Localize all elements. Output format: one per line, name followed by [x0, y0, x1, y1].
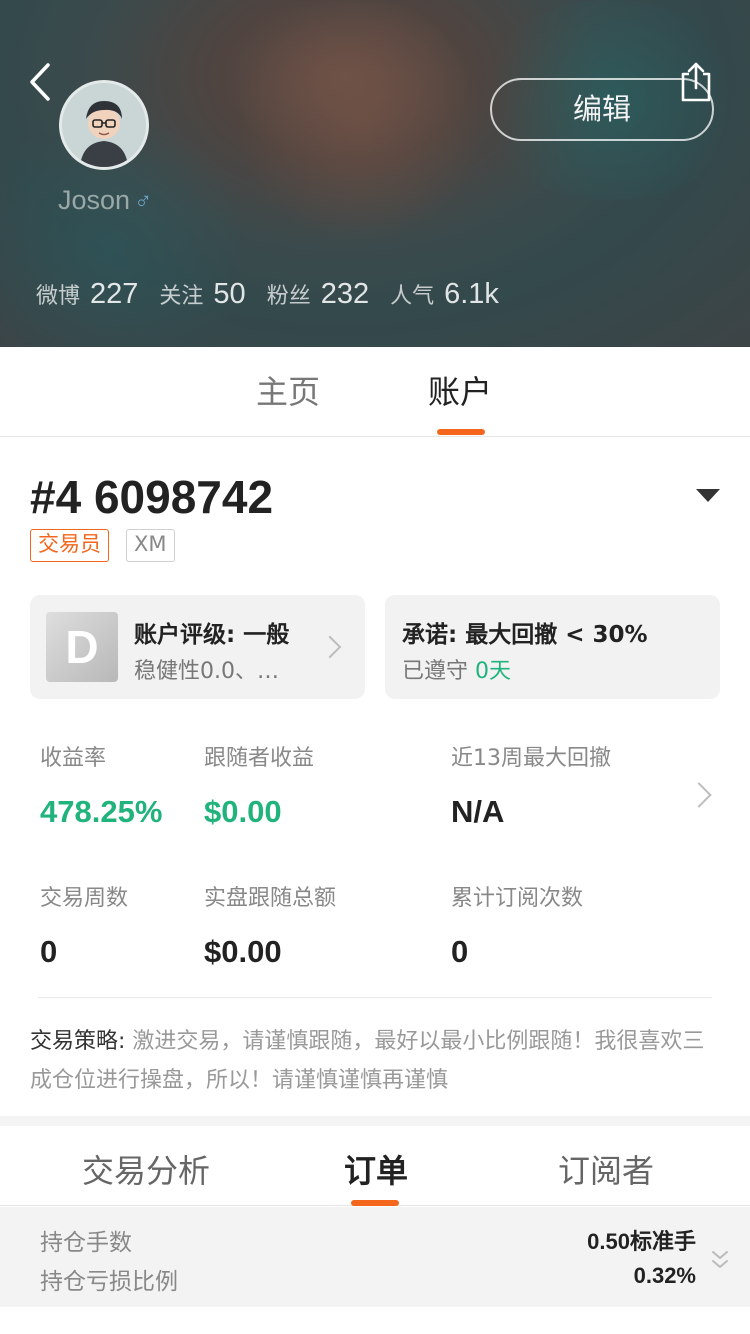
trading-strategy: 交易策略: 激进交易，请谨慎跟随，最好以最小比例跟随！我很喜欢三成仓位进行操盘，…: [30, 1022, 725, 1100]
account-rating-card[interactable]: D 账户评级: 一般 稳健性0.0、…: [30, 595, 365, 699]
tab-orders[interactable]: 订单: [344, 1146, 408, 1192]
username-text: Joson: [58, 185, 131, 215]
metric-value: $0.00: [204, 934, 282, 969]
avatar[interactable]: [59, 80, 149, 170]
strategy-text: 激进交易，请谨慎跟随，最好以最小比例跟随！我很喜欢三成仓位进行操盘，所以！请谨慎…: [30, 1029, 705, 1093]
stat-value: 227: [90, 278, 139, 310]
chevron-right-icon[interactable]: [686, 782, 712, 808]
stat-weibo[interactable]: 微博 227: [36, 278, 138, 311]
stat-popularity: 人气 6.1k: [390, 278, 499, 311]
rating-title: 账户评级: 一般: [134, 622, 290, 648]
profile-header: Joson ♂ 编辑 微博 227 关注 50 粉丝 232 人气 6.1k: [0, 0, 750, 347]
metric-value: N/A: [451, 794, 505, 829]
metric-label: 累计订阅次数: [451, 886, 584, 911]
account-id: #4 6098742: [30, 471, 274, 523]
metric-value: $0.00: [204, 794, 282, 829]
stat-following[interactable]: 关注 50: [159, 278, 245, 311]
dropdown-triangle-icon[interactable]: [696, 489, 720, 502]
tab-trade-analysis[interactable]: 交易分析: [82, 1146, 210, 1192]
tab-account[interactable]: 账户: [428, 367, 492, 413]
promise-title: 承诺: 最大回撤 < 30%: [402, 622, 648, 648]
metric-label: 收益率: [40, 746, 107, 771]
promise-days: 0天: [475, 659, 512, 684]
position-lots-value: 0.50标准手: [587, 1229, 696, 1254]
main-tab-bar: 主页 账户: [0, 347, 750, 437]
metric-value: 0: [451, 934, 469, 969]
promise-subtitle-prefix: 已遵守: [402, 659, 469, 684]
promise-subtitle: 已遵守 0天: [402, 653, 511, 685]
tab-home[interactable]: 主页: [256, 367, 320, 413]
metric-label: 跟随者收益: [204, 746, 315, 771]
stat-label: 关注: [159, 284, 204, 309]
header-background-blur: [230, 0, 490, 240]
metric-label: 实盘跟随总额: [204, 886, 337, 911]
trader-badge: 交易员: [30, 529, 109, 562]
position-lots-label: 持仓手数: [40, 1230, 132, 1256]
metric-label: 交易周数: [40, 886, 129, 911]
gender-male-icon: ♂: [134, 188, 153, 215]
divider: [38, 997, 712, 998]
stat-label: 粉丝: [266, 284, 311, 309]
stat-value: 232: [320, 278, 370, 310]
tab-active-indicator: [437, 429, 485, 435]
stat-followers[interactable]: 粉丝 232: [267, 278, 369, 311]
section-gap: [0, 1116, 750, 1126]
rating-subtitle: 稳健性0.0、…: [134, 659, 279, 684]
stat-label: 微博: [36, 284, 81, 309]
chevron-right-icon: [318, 635, 342, 659]
tab-subscribers[interactable]: 订阅者: [558, 1146, 654, 1192]
sub-tab-bar: 交易分析 订单 订阅者: [0, 1126, 750, 1206]
metric-subscription-count: 累计订阅次数 0: [451, 880, 583, 970]
metric-value: 0: [40, 934, 58, 969]
metric-follow-total: 实盘跟随总额 $0.00: [204, 880, 336, 970]
avatar-illustration: [62, 83, 146, 167]
tab-active-indicator: [351, 1200, 399, 1206]
metric-trade-weeks: 交易周数 0: [40, 880, 128, 970]
username: Joson ♂: [58, 185, 152, 216]
share-icon[interactable]: [676, 60, 716, 104]
metric-value: 478.25%: [40, 794, 163, 829]
profile-stats: 微博 227 关注 50 粉丝 232 人气 6.1k: [36, 278, 520, 311]
broker-badge: XM: [126, 529, 175, 562]
stat-label: 人气: [390, 284, 435, 309]
stat-value: 6.1k: [444, 278, 499, 310]
back-icon[interactable]: [24, 60, 60, 104]
stat-value: 50: [213, 278, 246, 310]
expand-double-chevron-icon[interactable]: [710, 1248, 730, 1274]
metric-follower-profit: 跟随者收益 $0.00: [204, 740, 314, 830]
position-loss-ratio-label: 持仓亏损比例: [40, 1269, 178, 1295]
metric-return-rate: 收益率 478.25%: [40, 740, 162, 830]
promise-card[interactable]: 承诺: 最大回撤 < 30% 已遵守 0天: [385, 595, 720, 699]
positions-summary: 持仓手数 0.50标准手 持仓亏损比例 0.32%: [0, 1207, 750, 1307]
metric-max-drawdown[interactable]: 近13周最大回撤 N/A: [451, 740, 611, 830]
strategy-label: 交易策略:: [30, 1029, 126, 1054]
position-loss-ratio-value: 0.32%: [633, 1263, 696, 1288]
metric-label: 近13周最大回撤: [451, 746, 611, 771]
grade-badge: D: [46, 612, 118, 682]
